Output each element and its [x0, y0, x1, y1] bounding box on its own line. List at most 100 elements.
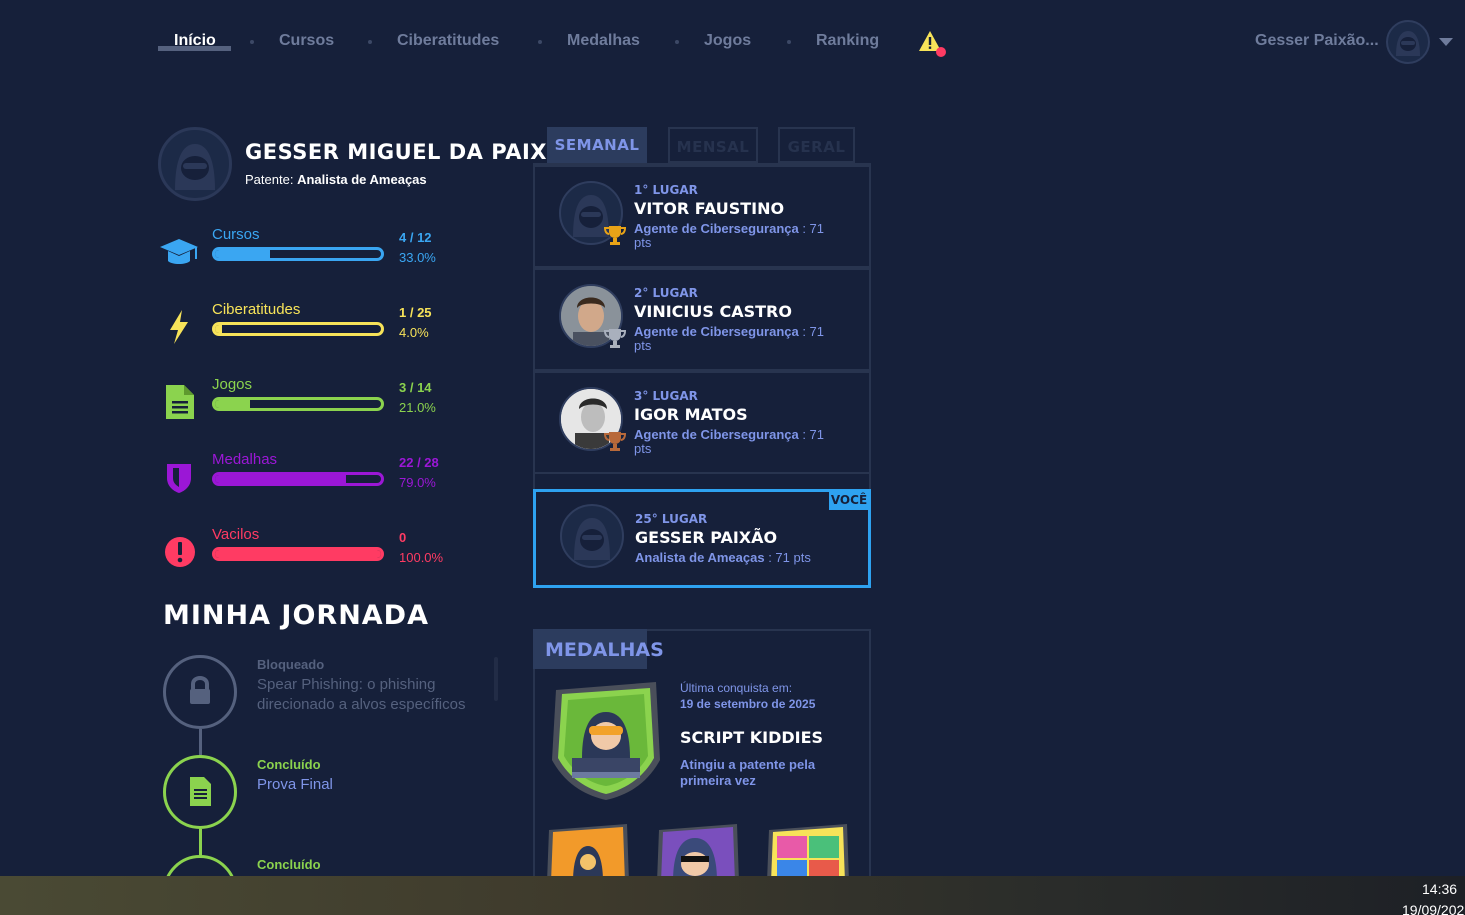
stat-label: Cursos	[212, 226, 260, 243]
ranking-name: IGOR MATOS	[634, 405, 748, 424]
medal-colorful-icon[interactable]	[765, 822, 851, 882]
ranking-position: 1° LUGAR	[634, 183, 698, 197]
hacker-avatar-icon	[1396, 31, 1420, 56]
ranking-description: Agente de Cibersegurança : 71 pts	[634, 427, 825, 456]
nav-ciberatitudes[interactable]: Ciberatitudes	[397, 32, 499, 50]
nav-jogos[interactable]: Jogos	[704, 32, 751, 50]
medal-description: Atingiu a patente pela primeira vez	[680, 757, 816, 788]
stat-percent: 4.0%	[399, 325, 429, 340]
profile-rank: Patente: Analista de Ameaças	[245, 172, 427, 187]
hacker-avatar-icon	[574, 518, 610, 560]
notification-badge	[936, 47, 946, 57]
profile-avatar	[158, 127, 232, 201]
stat-count: 4 / 12	[399, 230, 432, 245]
stat-progress-fill	[215, 400, 250, 408]
top-nav: Início Cursos Ciberatitudes Medalhas Jog…	[0, 0, 1465, 84]
avatar	[560, 504, 624, 568]
stat-cursos: Cursos 4 / 12 33.0%	[158, 226, 458, 276]
ranking-position: 3° LUGAR	[634, 389, 698, 403]
user-avatar[interactable]	[1386, 20, 1430, 64]
stat-count: 1 / 25	[399, 305, 432, 320]
alert-button[interactable]	[918, 30, 946, 58]
hacker-avatar-icon	[175, 144, 215, 190]
nav-ranking[interactable]: Ranking	[816, 32, 879, 50]
stat-label: Vacilos	[212, 526, 260, 543]
stat-progress-bar	[212, 322, 384, 336]
nav-separator	[787, 40, 791, 44]
clock-date[interactable]: 19/09/2025	[1402, 902, 1465, 915]
graduation-cap-icon	[160, 239, 198, 264]
ranking-position: 25° LUGAR	[635, 512, 708, 526]
shield-icon	[167, 464, 191, 493]
journey-connector	[199, 729, 202, 757]
ranking-description: Agente de Cibersegurança : 71 pts	[634, 221, 825, 250]
document-icon	[190, 777, 211, 806]
journey-title: MINHA JORNADA	[163, 600, 429, 631]
chevron-down-icon[interactable]	[1439, 38, 1453, 46]
clock-time[interactable]: 14:36	[1422, 881, 1457, 897]
lightning-icon	[170, 310, 188, 344]
nav-active-underline	[158, 46, 231, 51]
stat-progress-fill	[215, 325, 222, 333]
ranking-position: 2° LUGAR	[634, 286, 698, 300]
trophy-gold-icon	[603, 226, 627, 245]
tab-mensal[interactable]: MENSAL	[668, 127, 758, 163]
journey-connector	[199, 829, 202, 857]
user-menu-name[interactable]: Gesser Paixão...	[1255, 32, 1379, 50]
stat-percent: 33.0%	[399, 250, 436, 265]
ranking-entry-me[interactable]: 25° LUGAR GESSER PAIXÃO Analista de Amea…	[533, 489, 871, 588]
journey-scrollbar[interactable]	[494, 657, 498, 701]
journey-step-locked[interactable]	[163, 655, 237, 729]
stat-progress-bar	[212, 247, 384, 261]
ranking-name: GESSER PAIXÃO	[635, 528, 778, 547]
stat-label: Ciberatitudes	[212, 301, 301, 318]
stat-progress-fill	[215, 475, 347, 483]
you-badge: VOCÊ	[829, 490, 869, 510]
nav-separator	[675, 40, 679, 44]
stat-ciberatitudes: Ciberatitudes 1 / 25 4.0%	[158, 301, 458, 351]
stat-progress-fill	[215, 550, 381, 558]
medal-orange-icon[interactable]	[545, 822, 631, 882]
ranking-description: Agente de Cibersegurança : 71 pts	[634, 324, 825, 353]
stat-count: 3 / 14	[399, 380, 432, 395]
tab-geral[interactable]: GERAL	[778, 127, 855, 163]
stat-progress-fill	[215, 250, 270, 258]
stat-progress-bar	[212, 397, 384, 411]
ranking-entry[interactable]: 2° LUGAR VINICIUS CASTRO Agente de Ciber…	[533, 268, 871, 371]
ranking-entry[interactable]: 1° LUGAR VITOR FAUSTINO Agente de Cibers…	[533, 165, 871, 268]
stat-jogos: Jogos 3 / 14 21.0%	[158, 376, 458, 426]
ranking-entry[interactable]: 3° LUGAR IGOR MATOS Agente de Cibersegur…	[533, 371, 871, 474]
stat-percent: 21.0%	[399, 400, 436, 415]
journey-status: Concluído	[257, 757, 321, 772]
nav-cursos[interactable]: Cursos	[279, 32, 334, 50]
stat-progress-bar	[212, 547, 384, 561]
tab-semanal[interactable]: SEMANAL	[547, 127, 647, 163]
journey-text: Prova Final	[257, 776, 333, 793]
medal-last-label: Última conquista em:	[680, 681, 793, 695]
stat-percent: 100.0%	[399, 550, 444, 565]
trophy-bronze-icon	[603, 432, 627, 451]
stat-medalhas: Medalhas 22 / 28 79.0%	[158, 451, 458, 501]
profile-name: GESSER MIGUEL DA PAIXÃO	[245, 140, 583, 164]
document-icon	[166, 385, 194, 419]
stat-percent: 79.0%	[399, 475, 436, 490]
nav-medalhas[interactable]: Medalhas	[567, 32, 640, 50]
stat-label: Medalhas	[212, 451, 278, 468]
ranking-name: VITOR FAUSTINO	[634, 199, 785, 218]
stat-vacilos: Vacilos 0 100.0%	[158, 526, 458, 576]
journey-step-completed[interactable]	[163, 755, 237, 829]
ranking-description: Analista de Ameaças : 71 pts	[635, 550, 811, 565]
stat-count: 22 / 28	[399, 455, 439, 470]
taskbar	[0, 876, 1465, 915]
journey-status: Bloqueado	[257, 657, 325, 672]
medals-tab[interactable]: MEDALHAS	[533, 629, 664, 669]
journey-text: Spear Phishing: o phishing direcionado a…	[257, 676, 466, 713]
nav-separator	[250, 40, 254, 44]
journey-status: Concluído	[257, 857, 321, 872]
medal-purple-icon[interactable]	[655, 822, 741, 882]
script-kiddies-medal-icon	[552, 682, 660, 800]
nav-separator	[368, 40, 372, 44]
medal-date: 19 de setembro de 2025	[680, 697, 816, 711]
stat-count: 0	[399, 530, 407, 545]
stat-label: Jogos	[212, 376, 253, 393]
